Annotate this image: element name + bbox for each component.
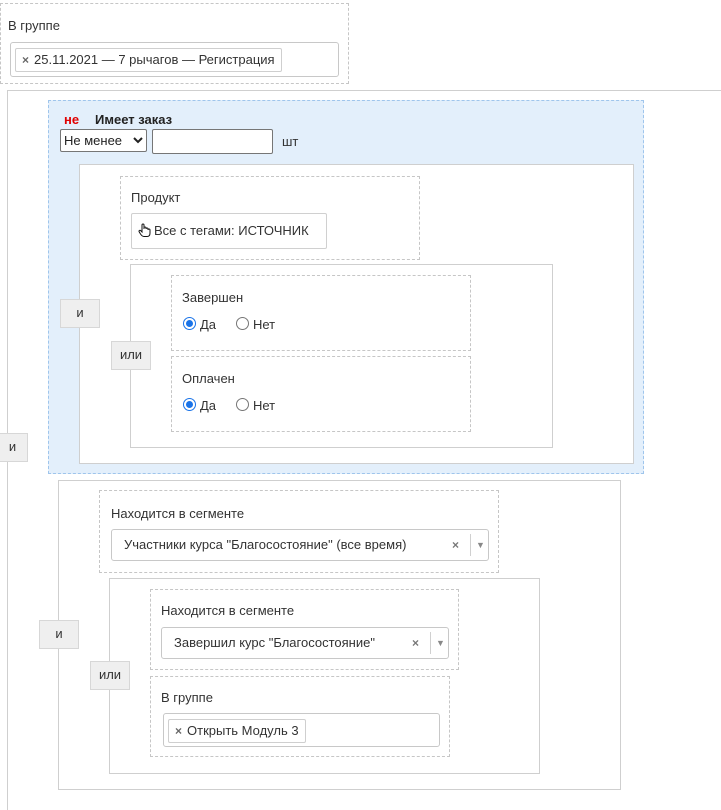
chevron-down-icon [133, 130, 143, 151]
chevron-down-icon[interactable]: ▼ [476, 530, 485, 560]
remove-tag-icon[interactable]: × [175, 724, 182, 738]
top-group-tag-input[interactable]: × 25.11.2021 — 7 рычагов — Регистрация [10, 42, 339, 77]
module-group-tag[interactable]: × Открыть Модуль 3 [168, 719, 306, 743]
segment2-value: Завершил курс "Благосостояние" [174, 635, 375, 650]
comparator-select[interactable]: Не менее [60, 129, 147, 152]
order-condition-title: Имеет заказ [95, 112, 173, 127]
select-divider [470, 534, 471, 556]
quantity-unit: шт [282, 134, 299, 149]
segment2-label: Находится в сегменте [161, 603, 295, 618]
root-and-operator-button[interactable]: и [0, 433, 28, 462]
product-value: Все с тегами: ИСТОЧНИК [154, 223, 309, 238]
segment1-value: Участники курса "Благосостояние" (все вр… [124, 537, 407, 552]
or-operator-button[interactable]: или [111, 341, 151, 370]
paid-condition: Оплачен Да Нет [171, 356, 471, 432]
completed-yes-label[interactable]: Да [200, 317, 216, 332]
completed-yes-radio[interactable] [183, 317, 196, 330]
product-condition: Продукт Все с тегами: ИСТОЧНИК [120, 176, 420, 260]
segment-and-operator-button[interactable]: и [39, 620, 79, 649]
paid-yes-radio[interactable] [183, 398, 196, 411]
completed-no-radio[interactable] [236, 317, 249, 330]
segment2-condition: Находится в сегменте Завершил курс "Благ… [150, 589, 459, 670]
segment1-condition: Находится в сегменте Участники курса "Бл… [99, 490, 499, 573]
top-group-tag[interactable]: × 25.11.2021 — 7 рычагов — Регистрация [15, 48, 282, 72]
hand-pointer-icon [138, 223, 151, 237]
segment2-select[interactable]: Завершил курс "Благосостояние" × ▼ [161, 627, 449, 659]
module-group-label: В группе [161, 690, 213, 705]
paid-label: Оплачен [182, 371, 235, 386]
order-and-operator-button[interactable]: и [60, 299, 100, 328]
product-picker-button[interactable]: Все с тегами: ИСТОЧНИК [131, 213, 327, 249]
chevron-down-icon[interactable]: ▼ [436, 628, 445, 658]
remove-tag-icon[interactable]: × [22, 53, 29, 67]
clear-icon[interactable]: × [452, 530, 459, 560]
quantity-input[interactable] [152, 129, 273, 154]
clear-icon[interactable]: × [412, 628, 419, 658]
segment1-select[interactable]: Участники курса "Благосостояние" (все вр… [111, 529, 489, 561]
completed-no-label[interactable]: Нет [253, 317, 275, 332]
paid-no-radio[interactable] [236, 398, 249, 411]
completed-condition: Завершен Да Нет [171, 275, 471, 351]
not-toggle[interactable]: не [64, 112, 79, 127]
module-group-condition: В группе × Открыть Модуль 3 [150, 676, 450, 757]
select-divider [430, 632, 431, 654]
top-group-label: В группе [8, 18, 60, 33]
module-group-tag-text: Открыть Модуль 3 [187, 723, 299, 738]
product-label: Продукт [131, 190, 181, 205]
segment-or-operator-button[interactable]: или [90, 661, 130, 690]
top-group-condition: В группе × 25.11.2021 — 7 рычагов — Регис… [0, 3, 349, 84]
top-group-tag-text: 25.11.2021 — 7 рычагов — Регистрация [34, 52, 275, 67]
comparator-value: Не менее [64, 133, 123, 148]
module-group-tag-input[interactable]: × Открыть Модуль 3 [163, 713, 440, 747]
completed-label: Завершен [182, 290, 244, 305]
paid-yes-label[interactable]: Да [200, 398, 216, 413]
segment1-label: Находится в сегменте [111, 506, 245, 521]
paid-no-label[interactable]: Нет [253, 398, 275, 413]
order-condition-block: не Имеет заказ Не менее шт и Продукт Все… [48, 100, 644, 474]
